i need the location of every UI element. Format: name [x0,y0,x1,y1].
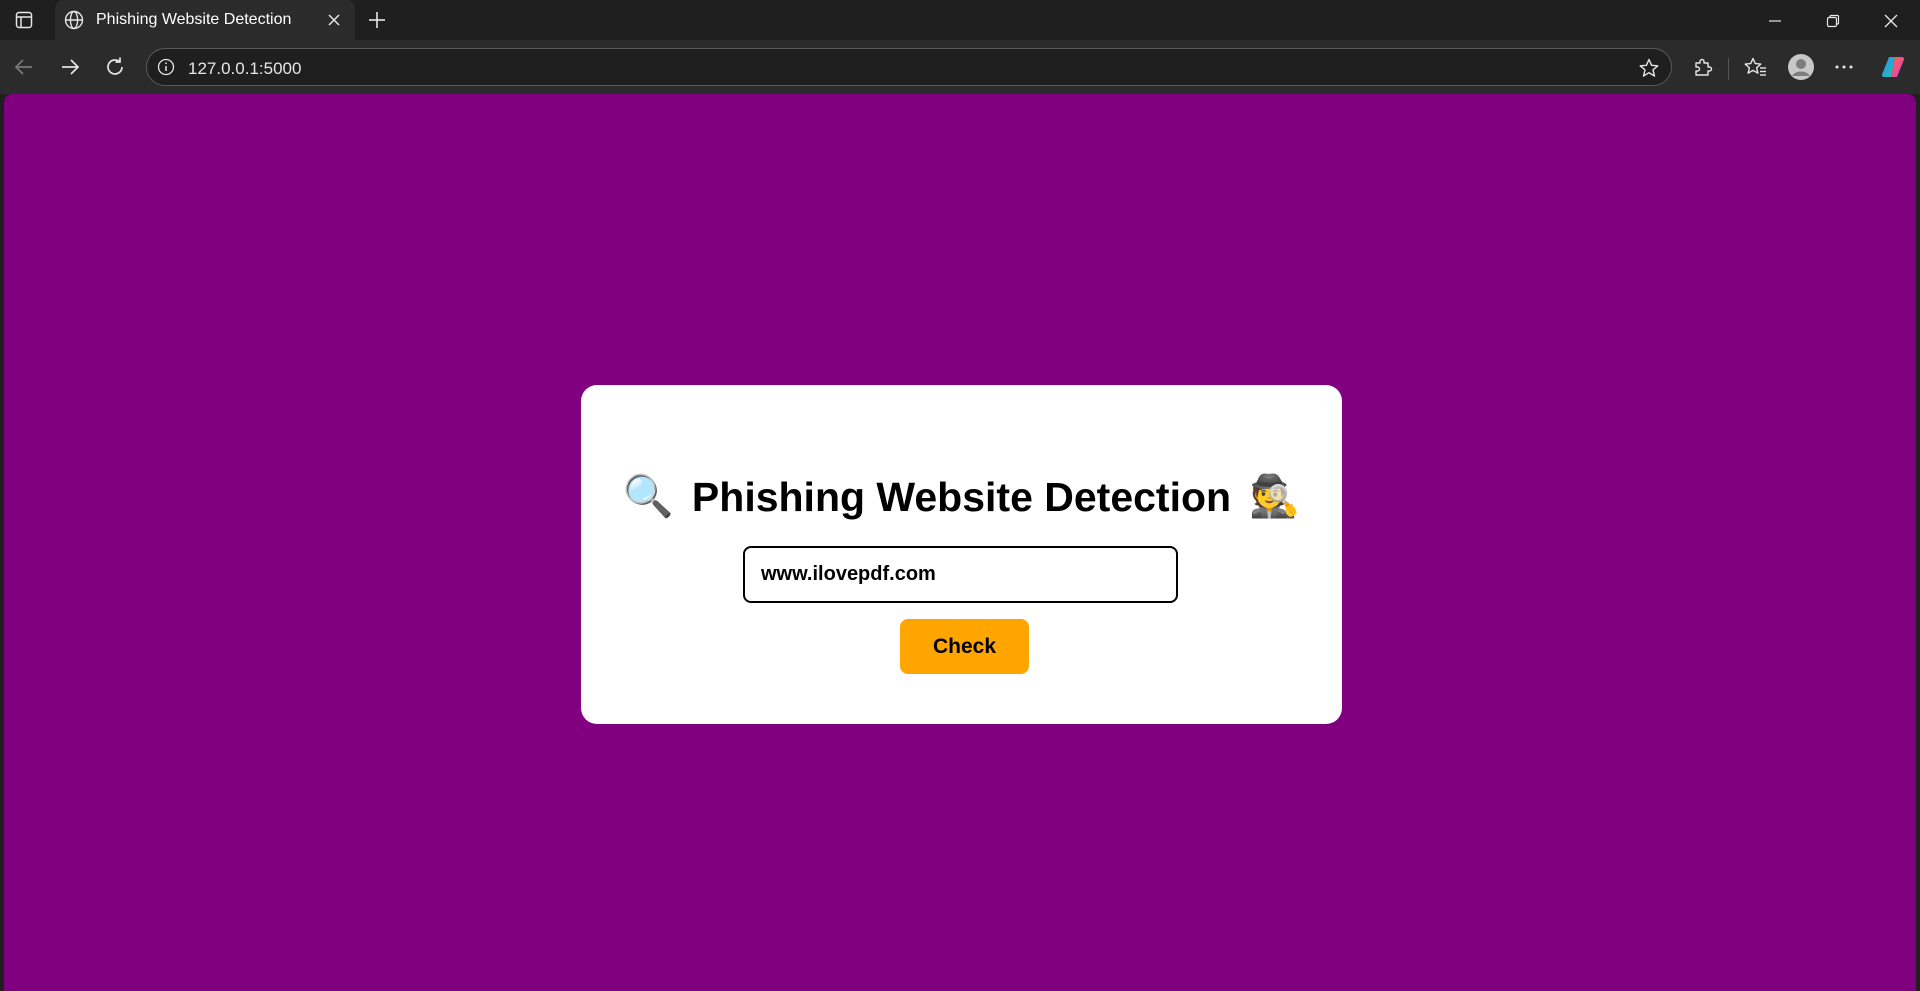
toolbar-divider [1728,58,1729,80]
back-arrow-icon[interactable] [10,53,38,81]
close-icon[interactable] [325,11,343,29]
url-input[interactable] [743,546,1178,603]
globe-icon [64,10,84,30]
copilot-icon[interactable] [1879,53,1907,81]
detection-card: 🔍 Phishing Website Detection 🕵️ Check [581,385,1342,724]
favorites-list-icon[interactable] [1742,53,1770,81]
star-icon[interactable] [1638,57,1660,79]
browser-toolbar [0,40,1920,94]
page-title: 🔍 Phishing Website Detection 🕵️ [581,473,1342,521]
minimize-icon[interactable] [1762,8,1788,34]
more-dots-icon[interactable] [1830,53,1858,81]
close-icon[interactable] [1878,8,1904,34]
info-icon[interactable] [157,58,175,76]
restore-icon[interactable] [1820,8,1846,34]
address-bar[interactable] [146,48,1672,86]
plus-icon[interactable] [364,7,390,33]
tab-actions-icon[interactable] [8,6,40,34]
refresh-icon[interactable] [101,53,129,81]
detective-icon: 🕵️ [1249,473,1301,519]
avatar-icon[interactable] [1786,52,1816,82]
title-bar: Phishing Website Detection [0,0,1920,40]
puzzle-icon[interactable] [1689,53,1717,81]
page-viewport: 🔍 Phishing Website Detection 🕵️ Check [4,94,1916,991]
page-title-text: Phishing Website Detection [691,473,1232,520]
address-url-input[interactable] [188,59,1588,79]
browser-tab[interactable]: Phishing Website Detection [55,0,355,40]
magnifier-icon: 🔍 [622,473,674,519]
check-button[interactable]: Check [900,619,1029,674]
tab-title: Phishing Website Detection [96,11,292,28]
forward-arrow-icon[interactable] [56,53,84,81]
